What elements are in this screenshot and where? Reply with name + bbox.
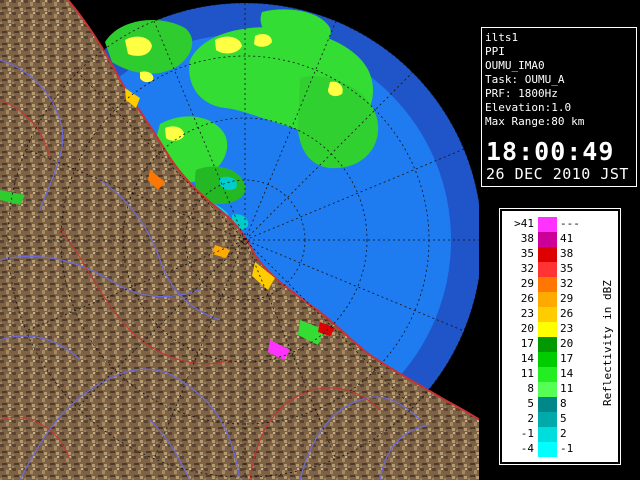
legend-low-value: 35	[520, 247, 534, 260]
legend-color-swatch	[538, 232, 557, 247]
legend-color-swatch	[538, 292, 557, 307]
legend-high-value: 17	[560, 352, 574, 365]
legend-high-value: 41	[560, 232, 574, 245]
legend-low-value: 23	[520, 307, 534, 320]
legend-color-swatch	[538, 307, 557, 322]
legend-high-value: ---	[560, 217, 580, 230]
prf-label: PRF: 1800Hz	[485, 87, 558, 100]
legend-low-value: 20	[520, 322, 534, 335]
legend-low-value: 11	[520, 367, 534, 380]
legend-low-value: 14	[520, 352, 534, 365]
task-label: Task: OUMU_A	[485, 73, 565, 86]
elevation-label: Elevation:1.0	[485, 101, 572, 114]
legend-low-value: 5	[527, 397, 534, 410]
legend-low-value: 29	[520, 277, 534, 290]
legend-color-swatch	[538, 277, 557, 292]
legend-low-value: >41	[514, 217, 534, 230]
legend-color-swatch	[538, 427, 557, 442]
legend-high-value: 20	[560, 337, 574, 350]
legend-color-swatch	[538, 382, 557, 397]
legend-low-value: -4	[520, 442, 534, 455]
legend-high-value: 26	[560, 307, 574, 320]
legend-low-value: -1	[520, 427, 534, 440]
legend-high-value: 29	[560, 292, 574, 305]
legend-low-value: 17	[520, 337, 534, 350]
legend-high-value: 5	[560, 412, 567, 425]
max-range-label: Max Range:80 km	[485, 115, 585, 128]
legend-title: Reflectivity in dBZ	[601, 280, 614, 406]
legend-color-swatch	[538, 397, 557, 412]
legend-color-swatch	[538, 262, 557, 277]
legend-color-swatch	[538, 442, 557, 457]
legend-color-swatch	[538, 217, 557, 232]
legend-high-value: 14	[560, 367, 574, 380]
legend-high-value: 38	[560, 247, 574, 260]
legend-low-value: 2	[527, 412, 534, 425]
legend-color-swatch	[538, 337, 557, 352]
legend-color-swatch	[538, 247, 557, 262]
legend-high-value: 32	[560, 277, 574, 290]
legend-color-swatch	[538, 412, 557, 427]
station-name: ilts1	[485, 31, 519, 44]
observation-time: 18:00:49	[486, 137, 615, 166]
legend-low-value: 26	[520, 292, 534, 305]
legend-low-value: 32	[520, 262, 534, 275]
radar-info-panel: ilts1 PPI OUMU_IMA0 Task: OUMU_A PRF: 18…	[481, 27, 637, 187]
product-type: PPI	[485, 45, 505, 58]
legend-color-swatch	[538, 352, 557, 367]
legend-high-value: 11	[560, 382, 574, 395]
radar-map[interactable]	[0, 0, 480, 480]
legend-color-swatch	[538, 322, 557, 337]
legend-high-value: 2	[560, 427, 567, 440]
legend-high-value: -1	[560, 442, 574, 455]
reflectivity-legend: >41 --- 38 41 35 38 32 35 29 32 26 29 23 26 20 23 17 20 14…	[500, 209, 620, 464]
legend-low-value: 38	[520, 232, 534, 245]
legend-low-value: 8	[527, 382, 534, 395]
site-name: OUMU_IMA0	[485, 59, 545, 72]
legend-high-value: 8	[560, 397, 567, 410]
observation-date: 26 DEC 2010 JST	[486, 165, 629, 183]
legend-color-swatch	[538, 367, 557, 382]
legend-high-value: 23	[560, 322, 574, 335]
legend-high-value: 35	[560, 262, 574, 275]
